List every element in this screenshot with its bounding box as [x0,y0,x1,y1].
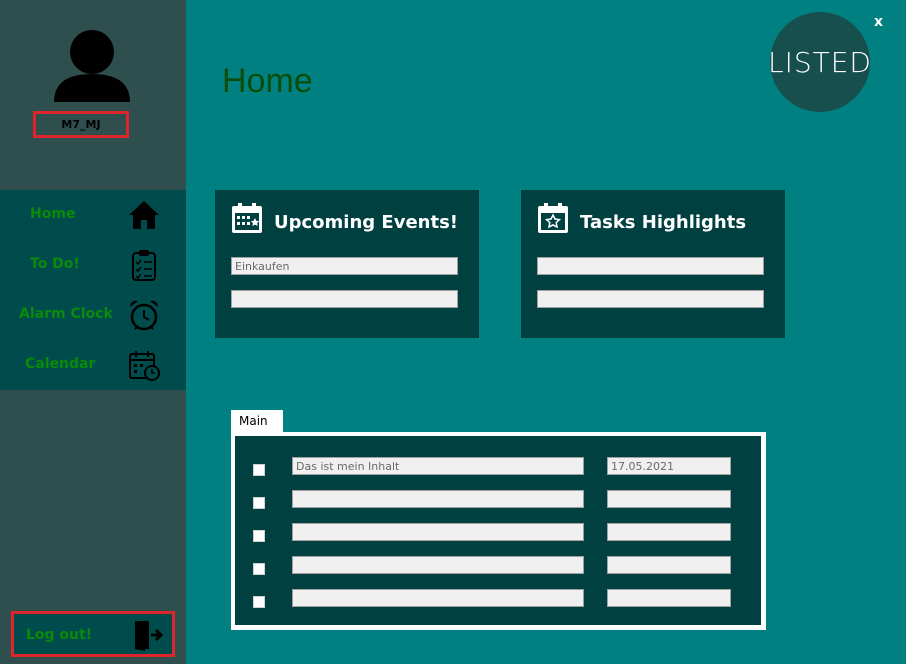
nav-item-calendar[interactable]: Calendar [0,340,186,390]
user-profile-area: M7_MJ [0,0,186,190]
task-date-field[interactable] [607,523,731,541]
task-date-field[interactable]: 17.05.2021 [607,457,731,475]
nav-item-alarm-clock[interactable]: Alarm Clock [0,290,186,340]
username-label: M7_MJ [33,111,129,138]
task-checkbox[interactable] [253,596,265,608]
nav-item-todo[interactable]: To Do! [0,240,186,290]
exit-door-icon [135,621,164,651]
task-date-field[interactable] [607,490,731,508]
calendar-star-icon [232,203,262,233]
task-checkbox[interactable] [253,497,265,509]
tasks-highlights-card: Tasks Highlights [521,190,785,338]
close-button[interactable]: x [874,14,890,32]
task-highlight-field[interactable] [537,290,764,308]
listed-logo: LISTED [768,12,871,112]
nav-item-label: To Do! [30,256,80,272]
upcoming-event-field[interactable]: Einkaufen [231,257,458,275]
page-title: Home [222,62,313,100]
avatar-icon [54,30,130,102]
nav-item-home[interactable]: Home [0,190,186,240]
task-date-field[interactable] [607,556,731,574]
nav-item-label: Home [30,206,76,222]
nav-menu: Home To Do! Alarm Clock Calendar [0,190,186,390]
task-date-field[interactable] [607,589,731,607]
task-content-field[interactable]: Das ist mein Inhalt [292,457,584,475]
upcoming-event-field[interactable] [231,290,458,308]
task-content-field[interactable] [292,523,584,541]
task-checkbox[interactable] [253,464,265,476]
calendar-clock-icon [129,351,160,381]
nav-item-label: Calendar [25,356,96,372]
nav-item-label: Alarm Clock [19,306,113,322]
tasks-highlights-title: Tasks Highlights [580,212,747,233]
task-checkbox[interactable] [253,563,265,575]
sidebar: M7_MJ Home To Do! Alarm Clock Calendar L… [0,0,186,664]
home-icon [129,201,159,229]
tab-main[interactable]: Main [231,410,283,433]
clipboard-checklist-icon [132,250,156,281]
calendar-star-icon [538,203,568,233]
task-content-field[interactable] [292,589,584,607]
task-content-field[interactable] [292,490,584,508]
logout-button[interactable]: Log out! [11,611,175,657]
task-list: Das ist mein Inhalt 17.05.2021 [235,436,761,625]
tab-panel-main: Das ist mein Inhalt 17.05.2021 [231,432,766,630]
task-highlight-field[interactable] [537,257,764,275]
task-content-field[interactable] [292,556,584,574]
logout-label: Log out! [26,627,93,643]
upcoming-events-card: Upcoming Events! Einkaufen [215,190,479,338]
upcoming-events-title: Upcoming Events! [274,212,459,233]
task-checkbox[interactable] [253,530,265,542]
alarm-clock-icon [129,300,159,331]
